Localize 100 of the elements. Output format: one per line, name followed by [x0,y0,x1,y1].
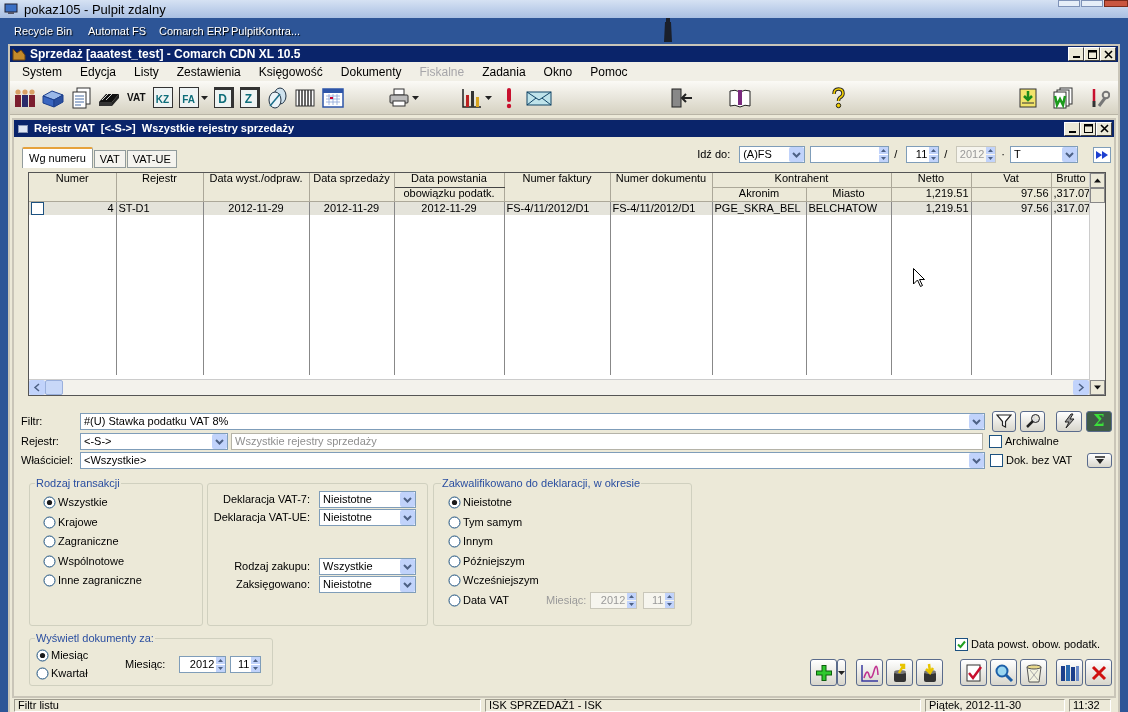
door-arrow-icon[interactable] [669,86,694,109]
column-header[interactable]: Rejestr [116,173,203,201]
year-spinner[interactable]: 2012 [179,655,227,673]
plus-button[interactable] [810,659,837,686]
toolbar-button[interactable]: KZ [152,87,173,108]
sigma-button[interactable]: Σ [1086,410,1112,432]
people-icon[interactable] [14,86,36,109]
column-header[interactable]: Vat [971,173,1051,187]
radio-option[interactable]: Krajowe [43,515,98,529]
radio-icon[interactable] [43,515,56,529]
scrollbar-thumb[interactable] [45,380,63,395]
radio-icon[interactable] [448,515,461,529]
document-type-combo[interactable]: (A)FS [739,146,806,163]
radio-option[interactable]: Innym [448,535,493,549]
menu-item[interactable]: Pomoc [586,63,632,80]
radio-option[interactable]: Wcześniejszym [448,574,539,588]
cylinder-up-button[interactable] [886,659,913,686]
window-control-button[interactable] [1081,0,1103,7]
wrench-button[interactable] [1020,410,1045,432]
column-header[interactable]: Numer dokumentu [610,173,712,201]
spin-arrows-icon[interactable] [929,147,939,162]
printer-icon[interactable] [387,86,410,109]
number-spinner[interactable] [810,146,890,163]
filter-button[interactable] [992,410,1016,432]
radio-option[interactable]: Wspólnotowe [43,554,125,568]
scroll-left-icon[interactable] [29,380,45,395]
binders-button[interactable] [1056,659,1083,686]
radio-option[interactable]: Nieistotne [448,496,512,510]
checkbox-icon[interactable] [990,453,1003,467]
month-spinner[interactable]: 11 [230,655,262,673]
radio-icon[interactable] [448,535,461,549]
minimize-button[interactable] [1068,47,1084,61]
line-chart-button[interactable] [856,659,883,686]
menu-item[interactable]: Edycja [76,63,121,80]
checkbox-icon[interactable] [954,638,968,651]
radio-option[interactable]: Kwartał [36,666,88,680]
menu-item[interactable]: Listy [130,63,163,80]
register-combo[interactable]: <-S-> [80,433,228,450]
cylinder-down-button[interactable] [916,659,943,686]
spin-arrows-icon[interactable] [879,147,889,162]
checkbox-icon[interactable] [989,435,1002,448]
checkbox-icon[interactable] [31,201,44,215]
minimize-button[interactable] [1064,121,1080,136]
radio-option[interactable]: Miesiąc [36,648,89,662]
desktop-icon-label[interactable]: PulpitKontra... [231,24,301,37]
column-header[interactable]: Data sprzedaży [309,173,394,201]
disks-icon[interactable] [265,86,288,109]
radio-icon[interactable] [43,496,56,510]
column-header[interactable]: Data powstania [394,173,504,187]
toolbar-button[interactable]: Z [239,87,260,108]
tab[interactable]: Wg numeru [22,147,93,168]
scroll-down-icon[interactable] [1090,380,1105,395]
declaration-combo[interactable]: Wszystkie [319,557,416,575]
column-header[interactable]: Brutto [1051,173,1089,187]
down-arrow-button[interactable] [1087,452,1112,468]
series-combo[interactable]: T [1010,146,1078,163]
wastebasket-button[interactable] [1020,659,1047,686]
declaration-combo[interactable]: Nieistotne [319,575,416,593]
declaration-combo[interactable]: Nieistotne [319,490,416,508]
radio-option[interactable]: Późniejszym [448,554,525,568]
desktop-icon-label[interactable]: Comarch ERP [159,24,230,37]
spin-arrows-icon[interactable] [216,656,226,672]
toolbar-button[interactable]: VAT [126,87,147,108]
radio-icon[interactable] [36,666,49,680]
maximize-button[interactable] [1080,121,1096,136]
toolbar-button[interactable]: D [213,87,234,108]
tab[interactable]: VAT [93,150,126,168]
month-spinner[interactable]: 11 [906,146,940,163]
caret-icon[interactable] [200,95,208,100]
window-control-button[interactable] [1058,0,1080,7]
caret-icon[interactable] [484,95,492,100]
menu-item[interactable]: Zestawienia [172,63,245,80]
radio-icon[interactable] [448,593,461,607]
radio-option[interactable]: Inne zagraniczne [43,574,142,588]
toolbar-button[interactable]: FA [178,87,199,108]
documents-icon[interactable] [70,86,92,109]
owner-combo[interactable]: <Wszystkie> [80,451,985,469]
checkbox-option[interactable]: Archiwalne [989,435,1059,448]
menu-item[interactable]: Okno [539,63,577,80]
radio-icon[interactable] [448,496,461,510]
menu-item[interactable]: System [18,63,66,80]
tab[interactable]: VAT-UE [126,150,177,168]
column-header[interactable]: Numer [29,173,116,201]
checkbox-option[interactable]: Dok. bez VAT [990,453,1073,467]
search-button[interactable] [990,659,1017,686]
radio-icon[interactable] [43,554,56,568]
column-header[interactable]: Numer faktury [504,173,610,201]
menu-item[interactable]: Dokumenty [336,63,406,80]
bars-icon[interactable] [293,86,316,109]
horizontal-scrollbar[interactable] [29,379,1089,395]
radio-option[interactable]: Data VAT [448,593,510,607]
column-header[interactable]: Data wyst./odpraw. [203,173,309,201]
radio-icon[interactable] [36,648,49,662]
radio-option[interactable]: Tym samym [448,515,523,529]
vertical-scrollbar[interactable] [1089,173,1105,395]
bar-chart-icon[interactable] [460,86,483,109]
go-button[interactable] [1093,146,1111,163]
checkbox-option[interactable]: Data powst. obow. podatk. [954,638,1100,651]
radio-icon[interactable] [43,574,56,588]
menu-item[interactable]: Zadania [478,63,530,80]
